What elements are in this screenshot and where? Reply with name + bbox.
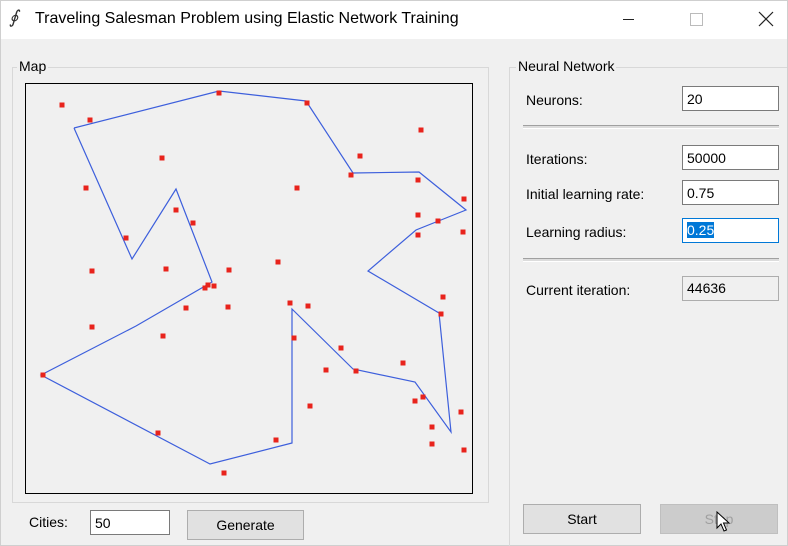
city-point xyxy=(305,303,311,309)
city-point xyxy=(211,283,217,289)
title-bar[interactable]: ∮ Traveling Salesman Problem using Elast… xyxy=(1,1,787,39)
city-point xyxy=(59,102,65,108)
start-button[interactable]: Start xyxy=(523,504,641,534)
separator xyxy=(523,258,779,262)
city-point xyxy=(40,372,46,378)
app-window: ∮ Traveling Salesman Problem using Elast… xyxy=(0,0,788,546)
city-point xyxy=(429,424,435,430)
city-point xyxy=(400,360,406,366)
city-point xyxy=(155,430,161,436)
city-point xyxy=(226,267,232,273)
learning-radius-input[interactable]: 0.25 xyxy=(682,218,779,243)
city-point xyxy=(415,232,421,238)
city-point xyxy=(461,447,467,453)
city-point xyxy=(438,311,444,317)
city-point xyxy=(87,117,93,123)
city-point xyxy=(307,403,313,409)
network-path xyxy=(39,90,468,465)
city-point xyxy=(123,235,129,241)
city-point xyxy=(440,294,446,300)
cities-input[interactable] xyxy=(90,510,170,535)
city-point xyxy=(435,218,441,224)
app-icon: ∮ xyxy=(9,7,19,28)
city-point xyxy=(83,185,89,191)
city-point xyxy=(225,304,231,310)
city-point xyxy=(163,266,169,272)
map-group-label: Map xyxy=(17,58,49,74)
cities-label: Cities: xyxy=(29,514,68,530)
city-point xyxy=(458,409,464,415)
city-point xyxy=(287,300,293,306)
city-point xyxy=(183,305,189,311)
city-point xyxy=(415,177,421,183)
city-point xyxy=(216,90,222,96)
iterations-label: Iterations: xyxy=(526,151,588,167)
map-plot xyxy=(39,90,468,476)
current-iteration-field: 44636 xyxy=(682,276,779,301)
close-button[interactable] xyxy=(743,1,788,37)
city-point xyxy=(190,220,196,226)
city-point xyxy=(357,153,363,159)
city-point xyxy=(461,196,467,202)
neural-network-group: Neural Network xyxy=(509,58,787,546)
city-point xyxy=(275,259,281,265)
generate-button[interactable]: Generate xyxy=(187,510,304,540)
mouse-cursor-icon xyxy=(716,511,730,532)
minimize-icon xyxy=(622,18,634,20)
city-point xyxy=(323,367,329,373)
city-point xyxy=(460,229,466,235)
city-point xyxy=(294,185,300,191)
city-point xyxy=(418,127,424,133)
current-iteration-label: Current iteration: xyxy=(526,282,631,298)
neurons-input[interactable] xyxy=(682,86,779,111)
city-point xyxy=(173,207,179,213)
minimize-button[interactable] xyxy=(605,1,651,37)
city-point xyxy=(338,345,344,351)
city-point xyxy=(412,398,418,404)
separator xyxy=(523,125,779,129)
city-point xyxy=(420,394,426,400)
learning-rate-input[interactable] xyxy=(682,180,779,205)
city-point xyxy=(273,437,279,443)
city-point xyxy=(353,368,359,374)
city-point xyxy=(159,155,165,161)
learning-radius-value: 0.25 xyxy=(687,222,715,238)
map-canvas xyxy=(25,83,473,494)
maximize-button[interactable] xyxy=(673,1,719,37)
iterations-input[interactable] xyxy=(682,145,779,170)
city-point xyxy=(89,268,95,274)
learning-rate-label: Initial learning rate: xyxy=(526,186,645,202)
city-point xyxy=(291,335,297,341)
window-title: Traveling Salesman Problem using Elastic… xyxy=(35,10,459,27)
city-point xyxy=(415,212,421,218)
neurons-label: Neurons: xyxy=(526,92,583,108)
city-point xyxy=(429,441,435,447)
city-point xyxy=(304,100,310,106)
city-point xyxy=(348,172,354,178)
learning-radius-label: Learning radius: xyxy=(526,224,627,240)
city-point xyxy=(221,470,227,476)
maximize-icon xyxy=(689,12,703,26)
city-point xyxy=(89,324,95,330)
close-icon xyxy=(758,11,774,27)
neural-network-group-label: Neural Network xyxy=(516,58,617,74)
city-point xyxy=(160,333,166,339)
city-point xyxy=(202,285,208,291)
